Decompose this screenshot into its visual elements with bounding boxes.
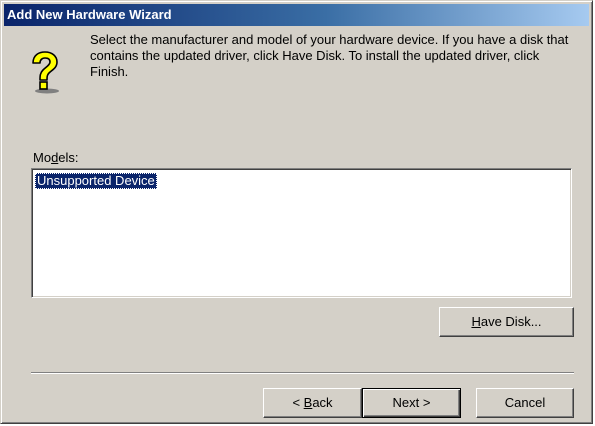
question-mark-help-icon [32, 51, 59, 94]
models-listbox[interactable]: Unsupported Device [31, 168, 572, 298]
instructions-text: Select the manufacturer and model of you… [90, 32, 569, 79]
cancel-button[interactable]: Cancel [476, 388, 574, 418]
back-button[interactable]: < Back [263, 388, 362, 418]
next-button[interactable]: Next > [362, 388, 461, 418]
list-item-unsupported-device[interactable]: Unsupported Device [35, 173, 157, 189]
models-label: Models: [33, 150, 79, 165]
have-disk-button[interactable]: Have Disk... [439, 307, 574, 337]
wizard-window: Add New Hardware Wizard Select the manuf… [0, 0, 593, 424]
window-title: Add New Hardware Wizard [7, 7, 172, 22]
title-bar[interactable]: Add New Hardware Wizard [4, 4, 589, 26]
separator-line [31, 372, 574, 374]
wizard-header: Select the manufacturer and model of you… [4, 26, 589, 126]
